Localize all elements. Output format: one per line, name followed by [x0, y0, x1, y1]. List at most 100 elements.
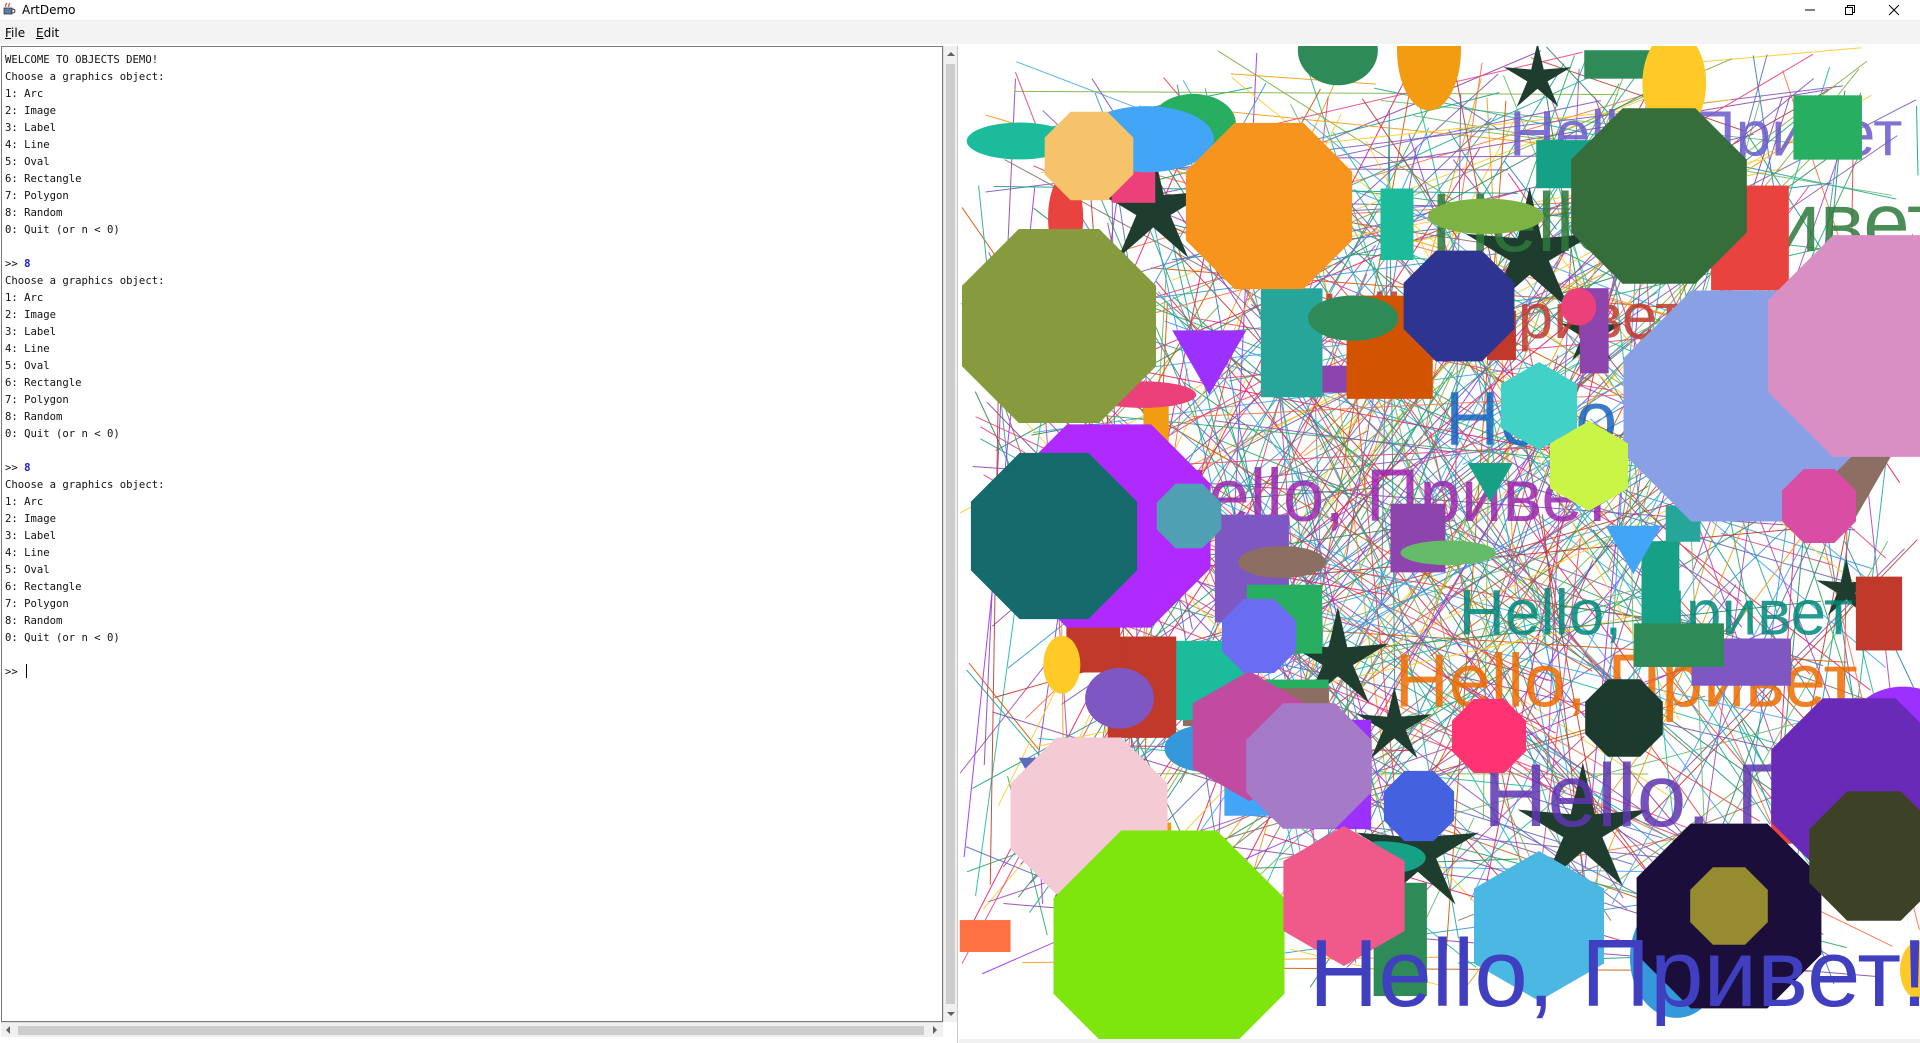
random-rectangle [1380, 188, 1414, 261]
console-line: 5: Oval [5, 156, 50, 168]
scroll-up-button[interactable] [944, 46, 958, 62]
console-prompt: >> [5, 666, 25, 678]
random-oval [1427, 198, 1544, 234]
random-line [1915, 106, 1919, 176]
random-polygon [1452, 699, 1526, 773]
menu-edit[interactable]: Edit [36, 26, 59, 40]
console-line: >> 8 [5, 256, 164, 273]
console-line: 3: Label [5, 530, 57, 542]
console-line: 4: Line [5, 139, 50, 151]
console-line: Choose a graphics object: [5, 275, 165, 287]
console-line: 2: Image [5, 309, 57, 321]
random-polygon [1782, 469, 1856, 543]
console-text: WELCOME TO OBJECTS DEMO! Choose a graphic… [5, 52, 164, 681]
random-polygon [1585, 679, 1663, 757]
console-line: 2: Image [5, 105, 57, 117]
restore-button[interactable] [1828, 0, 1872, 20]
console-line: WELCOME TO OBJECTS DEMO! [5, 54, 159, 66]
console-line: 7: Polygon [5, 598, 69, 610]
console-line: 0: Quit (or n < 0) [5, 428, 120, 440]
random-polygon [1383, 770, 1455, 842]
random-oval [1043, 635, 1081, 694]
menu-edit-mnemonic: E [36, 26, 44, 40]
console-prompt: >> [5, 462, 25, 474]
random-rectangle [1634, 623, 1724, 667]
console-user-input: 8 [24, 462, 31, 474]
console-line: 6: Rectangle [5, 173, 82, 185]
drawing-canvas-panel: Hello, Привет Hello, Привет Hello, Привет H… [959, 46, 1920, 1043]
chevron-up-icon [947, 52, 955, 56]
horizontal-scrollbar[interactable] [1, 1022, 943, 1037]
random-oval [1560, 288, 1597, 326]
console-line: 8: Random [5, 411, 63, 423]
random-polygon [1571, 108, 1747, 284]
console-line: 1: Arc [5, 292, 44, 304]
console-line: 8: Random [5, 615, 63, 627]
console-line: 4: Line [5, 343, 50, 355]
console-line: 2: Image [5, 513, 57, 525]
console-line: >> [5, 664, 164, 681]
horizontal-scroll-thumb[interactable] [18, 1026, 924, 1035]
minimize-button[interactable] [1788, 0, 1832, 20]
random-polygon [1156, 483, 1222, 549]
text-caret [26, 664, 28, 678]
console-panel: WELCOME TO OBJECTS DEMO! Choose a graphic… [0, 46, 958, 1043]
console-line: 6: Rectangle [5, 581, 82, 593]
random-oval [1396, 46, 1461, 111]
random-oval [1238, 546, 1326, 579]
console-line: 7: Polygon [5, 190, 69, 202]
console-line: 0: Quit (or n < 0) [5, 632, 120, 644]
random-label-bottom: Hello, Привет! [1309, 920, 1920, 1027]
chevron-left-icon [6, 1026, 10, 1034]
close-button[interactable] [1872, 0, 1916, 20]
console-output[interactable]: WELCOME TO OBJECTS DEMO! Choose a graphic… [1, 46, 943, 1022]
vertical-scrollbar[interactable] [943, 46, 957, 1022]
random-polygon [1044, 111, 1134, 201]
scroll-left-button[interactable] [1, 1023, 15, 1037]
random-polygon [970, 452, 1138, 620]
console-prompt: >> [5, 258, 25, 270]
close-icon [1888, 4, 1900, 16]
restore-icon [1845, 5, 1855, 15]
menu-bar: File Edit [0, 20, 1920, 44]
random-rectangle [1641, 541, 1680, 631]
console-line: 0: Quit (or n < 0) [5, 224, 120, 236]
console-line: 1: Arc [5, 88, 44, 100]
random-polygon [1185, 122, 1353, 290]
random-rectangle [1855, 576, 1903, 651]
java-cup-icon [3, 2, 16, 15]
console-user-input: 8 [24, 258, 31, 270]
random-polygon [962, 229, 1156, 423]
console-line: 4: Line [5, 547, 50, 559]
chevron-right-icon [933, 1026, 937, 1034]
console-line: 3: Label [5, 326, 57, 338]
canvas-border [959, 1039, 1920, 1043]
random-oval [1085, 667, 1154, 729]
scroll-right-button[interactable] [928, 1023, 942, 1037]
console-line: 5: Oval [5, 360, 50, 372]
random-polygon [1222, 599, 1296, 673]
random-oval [1307, 295, 1399, 341]
console-line: 7: Polygon [5, 394, 69, 406]
drawing-canvas[interactable]: Hello, ПриветHello, ПриветHello, ПриветH… [959, 46, 1920, 1039]
menu-file[interactable]: File [5, 26, 25, 40]
random-rectangle [1260, 288, 1323, 398]
chevron-down-icon [947, 1012, 955, 1016]
console-line: Choose a graphics object: [5, 71, 165, 83]
random-line [968, 662, 1040, 750]
minimize-icon [1805, 9, 1815, 11]
scroll-down-button[interactable] [944, 1006, 958, 1022]
random-rectangle [1793, 95, 1862, 160]
vertical-scroll-thumb[interactable] [946, 64, 955, 1004]
menu-edit-label: dit [43, 26, 60, 40]
random-polygon [1246, 703, 1372, 829]
menu-file-label: ile [11, 26, 26, 40]
console-line: Choose a graphics object: [5, 479, 165, 491]
console-line: >> 8 [5, 460, 164, 477]
title-bar[interactable]: ArtDemo [0, 0, 1920, 20]
console-line: 3: Label [5, 122, 57, 134]
console-line: 8: Random [5, 207, 63, 219]
